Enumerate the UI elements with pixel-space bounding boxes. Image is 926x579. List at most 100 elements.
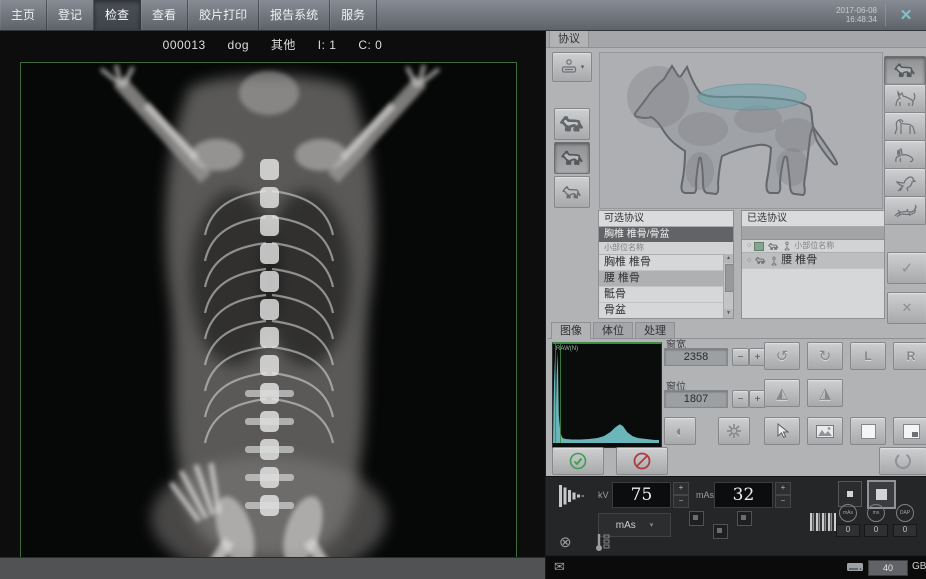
selected-list-strip [742,227,884,240]
kv-plus-button[interactable]: + [673,482,689,495]
storage-drive-icon [846,562,864,574]
menu-item-view[interactable]: 查看 [141,0,188,30]
patient-info-bar: 000013 dog 其他 I: 1 C: 0 [0,36,545,53]
species-button-rabbit[interactable] [884,140,926,169]
xray-beam-icon [559,485,587,507]
time-text: 16:48:34 [836,15,877,24]
species-button-bird[interactable] [884,168,926,197]
window-level-minus-button[interactable]: − [732,390,749,408]
menu-item-exam[interactable]: 检查 [94,0,141,30]
circle-icon: ○ [747,253,751,268]
check-icon: ✓ [901,259,914,277]
scroll-thumb[interactable] [725,264,734,292]
region-shoulder[interactable] [678,112,728,146]
save-region-icon [903,424,920,439]
protocol-row-pelvis[interactable]: 骨盆 [599,303,733,319]
flip-vertical-button[interactable]: ◮ [807,379,843,407]
reset-button[interactable] [879,447,926,475]
viewport-bottom-bar [0,557,545,579]
flip-horizontal-button[interactable]: ◭ [764,379,800,407]
reject-image-button[interactable] [616,447,668,475]
aec-field-left-button[interactable] [689,511,704,526]
available-protocols-category[interactable]: 胸椎 椎骨/骨盆 [599,227,733,242]
protocol-row-thoracic[interactable]: 胸椎 椎骨 [599,255,733,271]
no-exposure-icon: ⊗ [559,533,572,551]
scroll-down-icon[interactable]: ▼ [724,309,733,318]
menu-item-report-system[interactable]: 报告系统 [259,0,330,30]
mas-plus-button[interactable]: + [775,482,791,495]
confirm-protocol-button[interactable]: ✓ [887,252,926,284]
remove-protocol-button[interactable]: ✕ [887,292,926,324]
patient-name: dog [228,38,250,52]
kv-minus-button[interactable]: − [673,495,689,508]
species-button-reptile[interactable] [884,196,926,225]
close-icon[interactable]: ✕ [886,6,926,24]
large-dog-icon [558,115,586,133]
small-focus-button[interactable] [838,481,862,507]
marker-right-button[interactable]: R [893,342,926,370]
tab-position[interactable]: 体位 [593,322,633,339]
menu-item-film-print[interactable]: 胶片打印 [188,0,259,30]
protocol-row-sacrum[interactable]: 骶骨 [599,287,733,303]
rotate-cw-button[interactable]: ↻ [807,342,843,370]
circle-column-icon: ○ [747,240,751,252]
list-scrollbar[interactable]: ▲ ▼ [723,254,733,318]
menu-bar: 主页 登记 检查 查看 胶片打印 报告系统 服务 2017-06-08 16:4… [0,0,926,31]
region-spine-selected[interactable] [698,84,806,110]
kv-label: kV [598,490,609,500]
white-view-button[interactable] [850,417,886,445]
accept-image-button[interactable] [552,447,604,475]
mas-meter-value: 0 [836,524,860,537]
species-button-cat[interactable] [884,84,926,113]
xray-image [21,63,516,557]
window-width-minus-button[interactable]: − [732,348,749,366]
large-focus-icon [876,489,887,500]
histogram-panel[interactable]: RAW(N) [552,342,662,448]
dog-size-medium-button[interactable] [554,142,590,174]
tab-protocol[interactable]: 协议 [549,30,589,47]
flip-horizontal-icon: ◭ [776,384,788,402]
ms-meter-value: 0 [864,524,888,537]
c-count: C: 0 [358,38,382,52]
histogram-polygon [553,352,659,443]
species-button-horse[interactable] [884,112,926,141]
menu-item-home[interactable]: 主页 [0,0,47,30]
menu-item-register[interactable]: 登记 [47,0,94,30]
caret-down-icon: ▾ [581,63,585,71]
pointer-tool-button[interactable] [764,417,800,445]
medium-dog-icon [559,150,586,166]
protocol-row-lumbar[interactable]: 腰 椎骨 [599,271,733,287]
mas-label: mAs [696,490,714,500]
species-button-dog[interactable] [884,56,926,85]
cat-icon [893,89,917,109]
invert-button[interactable]: ◐ [664,417,696,445]
image-preview-button[interactable] [807,417,843,445]
region-front-limb[interactable] [686,152,714,190]
patient-table-button[interactable]: ▾ [552,52,592,82]
film-column-icon [754,242,764,251]
effects-button[interactable] [718,417,750,445]
aec-field-center-button[interactable] [713,524,728,539]
mail-icon[interactable]: ✉ [554,559,565,575]
region-hind-limb[interactable] [776,148,808,186]
anatomy-diagram[interactable] [599,52,883,209]
marker-left-button[interactable]: L [850,342,886,370]
menu-item-service[interactable]: 服务 [330,0,377,30]
mas-minus-button[interactable]: − [775,495,791,508]
aec-field-right-button[interactable] [737,511,752,526]
tab-image[interactable]: 图像 [551,322,591,339]
selected-protocol-row[interactable]: ○ 腰 椎骨 [742,253,884,269]
small-focus-icon [847,491,853,497]
cross-icon: ✕ [902,300,913,316]
dog-size-small-button[interactable] [554,176,590,208]
scroll-up-icon[interactable]: ▲ [724,254,733,263]
save-region-button[interactable] [893,417,926,445]
patient-table-icon [560,59,578,75]
dog-size-large-button[interactable] [554,108,590,140]
xray-image-frame[interactable] [20,62,517,558]
dog-anatomy-svg [600,53,882,208]
region-head[interactable] [627,66,689,128]
rotate-ccw-button[interactable]: ↺ [764,342,800,370]
barcode-icon[interactable] [810,513,836,531]
region-hip[interactable] [775,118,817,152]
